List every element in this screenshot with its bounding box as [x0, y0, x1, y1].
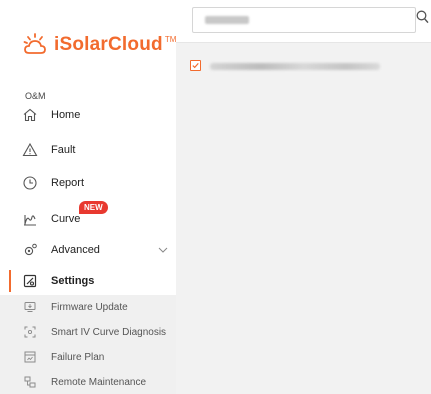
- settings-icon: [23, 274, 37, 288]
- top-bar: [176, 0, 431, 43]
- sidebar-item-label: Report: [51, 177, 85, 189]
- remote-maintenance-icon: [24, 376, 36, 388]
- submenu-item-label: Remote Maintenance: [51, 376, 147, 388]
- submenu-item-firmware-update[interactable]: Firmware Update: [0, 295, 176, 319]
- brand-name: iSolarCloud: [54, 34, 163, 55]
- list-item-blurred-text: [210, 63, 380, 70]
- check-icon: [192, 62, 199, 69]
- logo: iSolarCloud TM: [22, 26, 176, 64]
- sidebar-item-label: Home: [51, 109, 81, 121]
- brand-tm: TM: [164, 34, 177, 44]
- submenu-item-smart-iv-curve[interactable]: Smart IV Curve Diagnosis: [0, 320, 176, 344]
- list-item-checkbox[interactable]: [190, 60, 201, 71]
- search-input[interactable]: [192, 7, 416, 33]
- home-icon: [23, 108, 37, 122]
- sidebar-item-label: Fault: [51, 144, 76, 156]
- sidebar-item-home[interactable]: Home: [0, 100, 176, 130]
- chevron-down-icon: [158, 247, 168, 253]
- sidebar-item-label: Settings: [51, 275, 95, 287]
- diagnosis-icon: [24, 326, 36, 338]
- submenu-item-label: Firmware Update: [51, 301, 128, 313]
- report-clock-icon: [23, 176, 37, 190]
- advanced-gear-icon: [24, 243, 37, 256]
- submenu-item-label: Smart IV Curve Diagnosis: [51, 326, 167, 338]
- sidebar-item-settings[interactable]: Settings: [0, 266, 176, 296]
- sidebar-item-advanced[interactable]: Advanced: [0, 235, 176, 265]
- sun-logo-icon: [23, 33, 46, 54]
- search-icon[interactable]: [416, 10, 429, 24]
- content-area: [176, 43, 431, 394]
- sidebar-item-curve[interactable]: Curve NEW: [0, 200, 176, 230]
- curve-icon: [24, 215, 36, 226]
- submenu-item-failure-plan[interactable]: Failure Plan: [0, 345, 176, 369]
- sidebar-item-label: Advanced: [51, 244, 100, 256]
- sidebar: iSolarCloud TM O&M Home Fault Report Cur…: [0, 0, 176, 394]
- settings-submenu: Firmware Update Smart IV Curve Diagnosis…: [0, 295, 176, 394]
- search-value-blurred: [205, 16, 249, 24]
- new-badge: NEW: [79, 201, 108, 214]
- sidebar-item-fault[interactable]: Fault: [0, 135, 176, 165]
- firmware-icon: [24, 302, 36, 312]
- warning-icon: [22, 142, 38, 157]
- submenu-item-label: Failure Plan: [51, 351, 105, 363]
- failure-plan-icon: [24, 351, 36, 363]
- sidebar-item-report[interactable]: Report: [0, 168, 176, 198]
- sidebar-item-label: Curve: [51, 213, 81, 225]
- submenu-item-remote-maintenance[interactable]: Remote Maintenance: [0, 370, 176, 394]
